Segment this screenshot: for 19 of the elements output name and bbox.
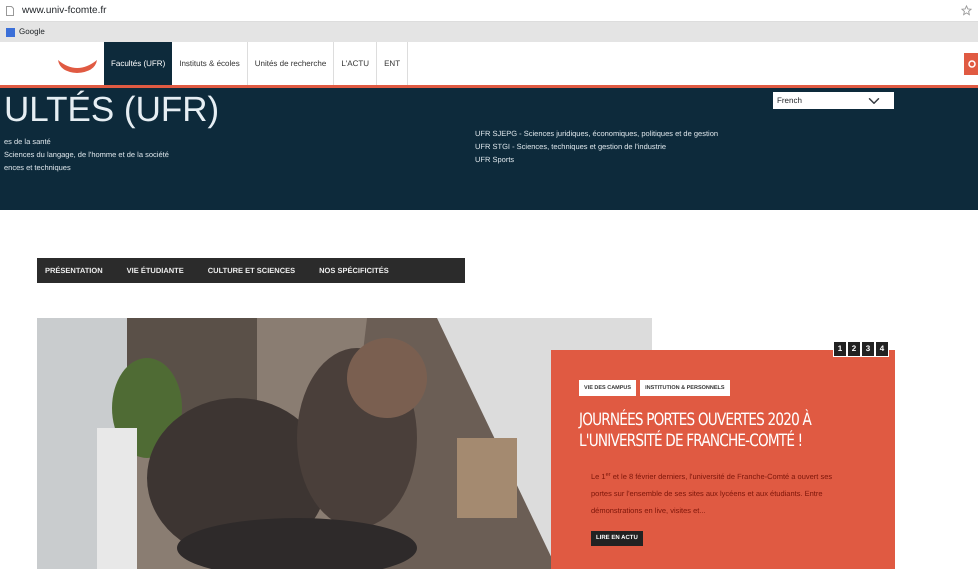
page-button[interactable]: 3: [861, 341, 875, 357]
nav-tab[interactable]: Unités de recherche: [248, 42, 334, 85]
nav-tab[interactable]: Instituts & écoles: [172, 42, 248, 85]
nav-tab[interactable]: L'ACTU: [334, 42, 378, 85]
page-button[interactable]: 4: [875, 341, 889, 357]
url-text[interactable]: www.univ-fcomte.fr: [22, 3, 106, 18]
star-icon[interactable]: [961, 5, 972, 16]
page-button[interactable]: 1: [833, 341, 847, 357]
nav-tab[interactable]: ENT: [377, 42, 408, 85]
search-icon: [966, 59, 976, 70]
language-select[interactable]: French: [773, 92, 894, 109]
nav-tab[interactable]: Facultés (UFR): [104, 42, 172, 85]
news-title[interactable]: JOURNÉES PORTES OUVERTES 2020 À L'UNIVERSITÉ DE FRANCHE-COMTÉ !: [579, 410, 843, 452]
page-button[interactable]: 2: [847, 341, 861, 357]
bookmark[interactable]: Google: [6, 26, 45, 38]
page-icon: [6, 6, 14, 16]
search-button[interactable]: [964, 52, 978, 74]
bookmark-icon: [6, 28, 15, 36]
page-title: ULTÉS (UFR): [3, 89, 220, 127]
